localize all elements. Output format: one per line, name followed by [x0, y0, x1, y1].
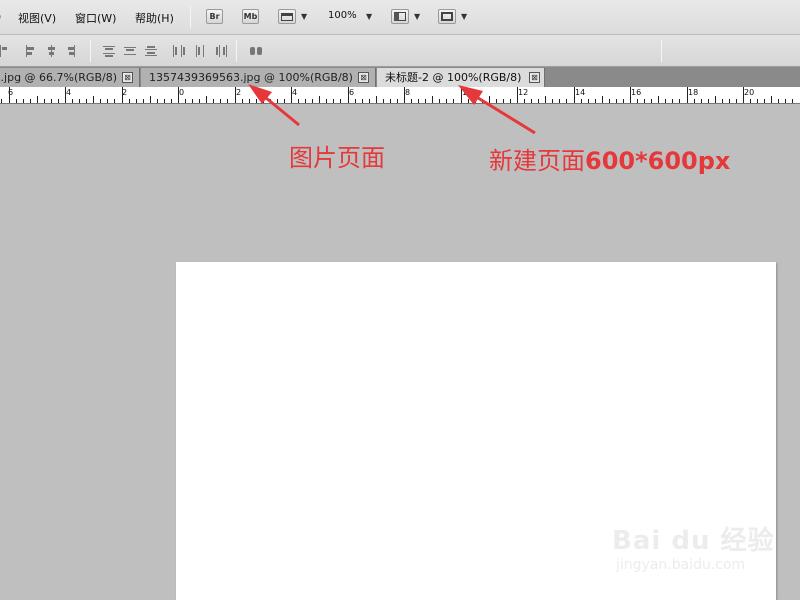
annotation-new-page: 新建页面600*600px	[489, 141, 730, 176]
annotation-new-page-prefix: 新建页面	[489, 147, 585, 175]
annotation-arrows	[248, 84, 536, 135]
annotation-new-page-size: 600*600px	[585, 147, 731, 175]
watermark: Bai du 经验 jingyan.baidu.com	[612, 520, 775, 573]
arrow-to-new-tab	[458, 85, 536, 135]
arrow-to-image-tab	[248, 84, 300, 127]
watermark-url: jingyan.baidu.com	[616, 557, 746, 573]
annotation-image-page: 图片页面	[289, 144, 385, 172]
watermark-brand: Bai du 经验	[612, 526, 775, 556]
